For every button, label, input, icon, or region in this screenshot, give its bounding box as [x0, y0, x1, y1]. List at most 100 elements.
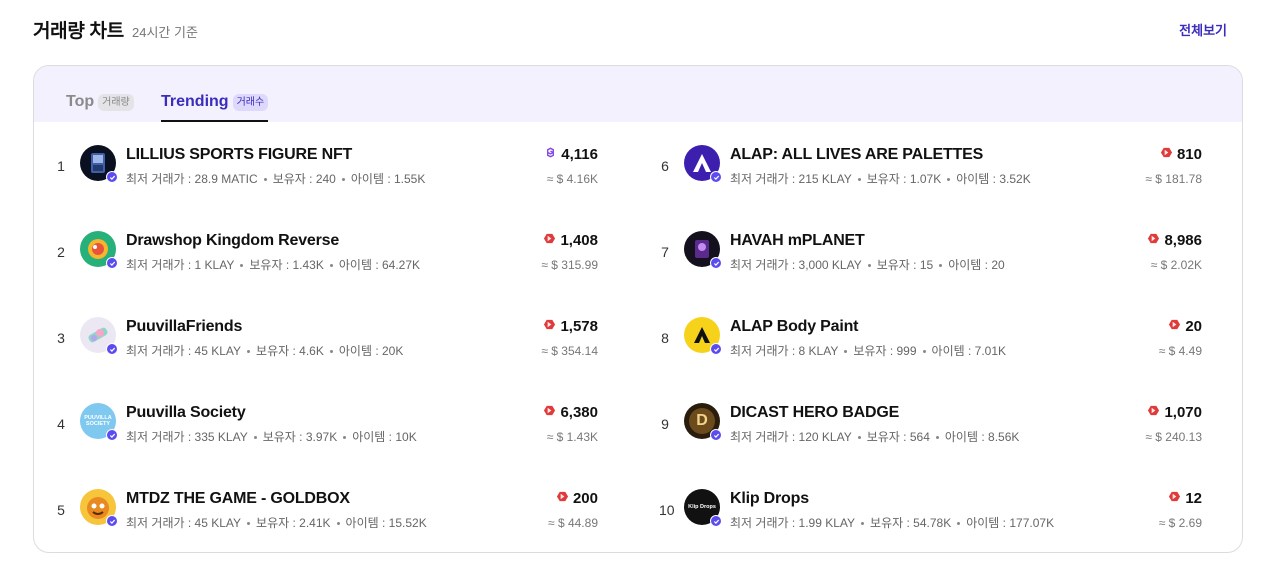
- tab-top[interactable]: Top 거래량: [66, 93, 134, 122]
- volume-value: 1,578: [560, 318, 598, 335]
- floor-value: 3,000 KLAY: [798, 258, 862, 272]
- collection-name[interactable]: PuuvillaFriends: [126, 318, 242, 336]
- alap-body-paint-avatar-icon[interactable]: [684, 317, 722, 355]
- trade-volume: 1,070: [1147, 404, 1202, 421]
- section-title: 거래량 차트: [33, 21, 124, 42]
- collection-row[interactable]: 5 MTDZ THE GAME - GOLDBOX 최저 거래가 : 45 KL…: [34, 466, 614, 552]
- separator-dot: [857, 436, 861, 440]
- view-all-link[interactable]: 전체보기: [1179, 20, 1227, 39]
- floor-value: 335 KLAY: [194, 430, 248, 444]
- dicast-avatar-icon[interactable]: D: [684, 403, 722, 441]
- volume-value: 20: [1185, 318, 1202, 335]
- usd-value: ≈ $ 2.69: [1158, 516, 1202, 530]
- owners-value: 4.6K: [299, 344, 324, 358]
- owners-label: 보유자 :: [866, 172, 907, 186]
- puuvilla-society-avatar-icon[interactable]: PUUVILLA SOCIETY: [80, 403, 118, 441]
- separator-dot: [935, 436, 939, 440]
- alap-avatar-icon[interactable]: [684, 145, 722, 183]
- collection-name[interactable]: Klip Drops: [730, 490, 809, 508]
- havah-avatar-icon[interactable]: [684, 231, 722, 269]
- collection-meta: 최저 거래가 : 45 KLAY 보유자 : 2.41K 아이템 : 15.52K: [126, 514, 427, 531]
- items-label: 아이템 :: [338, 258, 379, 272]
- klay-icon: [543, 404, 560, 421]
- volume-value: 4,116: [561, 146, 598, 163]
- collection-name[interactable]: Puuvilla Society: [126, 404, 246, 422]
- trade-volume: 810: [1160, 146, 1202, 163]
- volume-value: 12: [1185, 490, 1202, 507]
- items-value: 3.52K: [999, 172, 1031, 186]
- owners-value: 999: [896, 344, 917, 358]
- items-value: 7.01K: [974, 344, 1007, 358]
- volume-value: 8,986: [1164, 232, 1202, 249]
- separator-dot: [844, 350, 848, 354]
- floor-label: 최저 거래가 :: [126, 430, 192, 444]
- items-value: 15.52K: [388, 516, 427, 530]
- collection-row[interactable]: 9 D DICAST HERO BADGE 최저 거래가 : 120 KLAY 보…: [638, 380, 1218, 466]
- collection-row[interactable]: 2 Drawshop Kingdom Reverse 최저 거래가 : 1 KL…: [34, 208, 614, 294]
- collection-row[interactable]: 10 Klip Drops Klip Drops 최저 거래가 : 1.99 K…: [638, 466, 1218, 552]
- trade-volume: 20: [1168, 318, 1202, 335]
- tab-bar: Top 거래량 Trending 거래수: [34, 66, 1242, 122]
- tab-trending[interactable]: Trending 거래수: [161, 93, 269, 122]
- floor-value: 1 KLAY: [194, 258, 235, 272]
- usd-value: ≈ $ 1.43K: [546, 430, 598, 444]
- owners-label: 보유자 :: [272, 172, 313, 186]
- floor-label: 최저 거래가 :: [126, 344, 192, 358]
- trade-volume: 4,116: [544, 146, 598, 163]
- separator-dot: [263, 178, 267, 182]
- collection-meta: 최저 거래가 : 1.99 KLAY 보유자 : 54.78K 아이템 : 177.…: [730, 514, 1054, 531]
- items-label: 아이템 :: [352, 430, 392, 444]
- owners-value: 15: [919, 258, 934, 272]
- collection-name[interactable]: DICAST HERO BADGE: [730, 404, 899, 422]
- verified-icon: [710, 429, 722, 441]
- floor-label: 최저 거래가 :: [730, 258, 796, 272]
- items-value: 8.56K: [988, 430, 1020, 444]
- collection-row[interactable]: 3 PuuvillaFriends 최저 거래가 : 45 KLAY 보유자 : …: [34, 294, 614, 380]
- mtdz-avatar-icon[interactable]: [80, 489, 118, 527]
- usd-value: ≈ $ 2.02K: [1150, 258, 1202, 272]
- volume-value: 6,380: [560, 404, 598, 421]
- floor-label: 최저 거래가 :: [730, 516, 796, 530]
- klay-icon: [1147, 232, 1164, 249]
- trade-volume: 12: [1168, 490, 1202, 507]
- rank-number: 4: [57, 416, 65, 432]
- collection-row[interactable]: 4 PUUVILLA SOCIETY Puuvilla Society 최저 거…: [34, 380, 614, 466]
- collection-name[interactable]: MTDZ THE GAME - GOLDBOX: [126, 490, 350, 508]
- trade-volume: 200: [556, 490, 598, 507]
- owners-value: 240: [315, 172, 336, 186]
- owners-value: 1.43K: [292, 258, 324, 272]
- floor-value: 8 KLAY: [798, 344, 839, 358]
- klay-icon: [1168, 490, 1185, 507]
- klip-drops-avatar-icon[interactable]: Klip Drops: [684, 489, 722, 527]
- separator-dot: [343, 436, 347, 440]
- collection-row[interactable]: 8 ALAP Body Paint 최저 거래가 : 8 KLAY 보유자 : 9…: [638, 294, 1218, 380]
- collection-row[interactable]: 1 LILLIUS SPORTS FIGURE NFT 최저 거래가 : 28.…: [34, 122, 614, 208]
- owners-label: 보유자 :: [262, 430, 303, 444]
- floor-label: 최저 거래가 :: [126, 172, 192, 186]
- klay-icon: [556, 490, 573, 507]
- puuvilla-friends-avatar-icon[interactable]: [80, 317, 118, 355]
- collection-row[interactable]: 7 HAVAH mPLANET 최저 거래가 : 3,000 KLAY 보유자 :…: [638, 208, 1218, 294]
- collection-name[interactable]: HAVAH mPLANET: [730, 232, 865, 250]
- collection-meta: 최저 거래가 : 215 KLAY 보유자 : 1.07K 아이템 : 3.52K: [730, 170, 1031, 187]
- klay-icon: [1147, 404, 1164, 421]
- items-label: 아이템 :: [931, 344, 972, 358]
- trade-volume: 8,986: [1147, 232, 1202, 249]
- verified-icon: [106, 429, 118, 441]
- rank-number: 7: [661, 244, 669, 260]
- collection-name[interactable]: Drawshop Kingdom Reverse: [126, 232, 339, 250]
- collection-name[interactable]: ALAP: ALL LIVES ARE PALETTES: [730, 146, 983, 164]
- separator-dot: [247, 350, 251, 354]
- separator-dot: [939, 264, 943, 268]
- section-subtitle: 24시간 기준: [132, 25, 198, 40]
- drawshop-avatar-icon[interactable]: [80, 231, 118, 269]
- owners-label: 보유자 :: [866, 430, 907, 444]
- collection-name[interactable]: ALAP Body Paint: [730, 318, 858, 336]
- collection-row[interactable]: 6 ALAP: ALL LIVES ARE PALETTES 최저 거래가 : …: [638, 122, 1218, 208]
- separator-dot: [336, 522, 340, 526]
- lillius-avatar-icon[interactable]: [80, 145, 118, 183]
- collection-name[interactable]: LILLIUS SPORTS FIGURE NFT: [126, 146, 352, 164]
- rank-number: 8: [661, 330, 669, 346]
- items-value: 64.27K: [382, 258, 421, 272]
- klay-icon: [1168, 318, 1185, 335]
